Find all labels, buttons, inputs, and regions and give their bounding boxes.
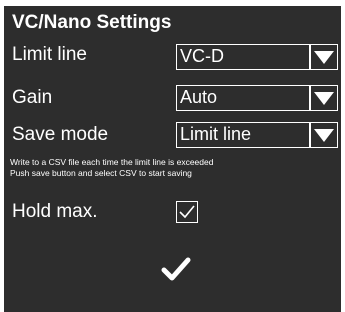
settings-panel: VC/Nano Settings Limit line VC-D Gain Au…	[4, 6, 341, 312]
save-mode-select[interactable]: Limit line	[176, 122, 338, 148]
save-mode-note-2: Push save button and select CSV to start…	[10, 168, 192, 178]
checkmark-icon[interactable]	[161, 256, 191, 282]
select-divider	[309, 45, 311, 69]
dropdown-arrow-icon[interactable]	[313, 48, 335, 66]
hold-max-checkbox[interactable]	[176, 201, 198, 223]
gain-select[interactable]: Auto	[176, 85, 338, 111]
limit-line-select[interactable]: VC-D	[176, 44, 338, 70]
check-icon	[179, 205, 195, 219]
limit-line-value: VC-D	[180, 46, 224, 66]
dialog-title: VC/Nano Settings	[12, 12, 172, 33]
dropdown-arrow-icon[interactable]	[313, 89, 335, 107]
save-mode-label: Save mode	[12, 124, 109, 145]
hold-max-label: Hold max.	[12, 201, 98, 222]
save-mode-note-1: Write to a CSV file each time the limit …	[10, 157, 214, 167]
select-divider	[309, 86, 311, 110]
limit-line-label: Limit line	[12, 44, 87, 65]
dropdown-arrow-icon[interactable]	[313, 126, 335, 144]
gain-value: Auto	[180, 87, 218, 107]
save-mode-value: Limit line	[180, 124, 252, 144]
gain-label: Gain	[12, 87, 53, 108]
select-divider	[309, 123, 311, 147]
